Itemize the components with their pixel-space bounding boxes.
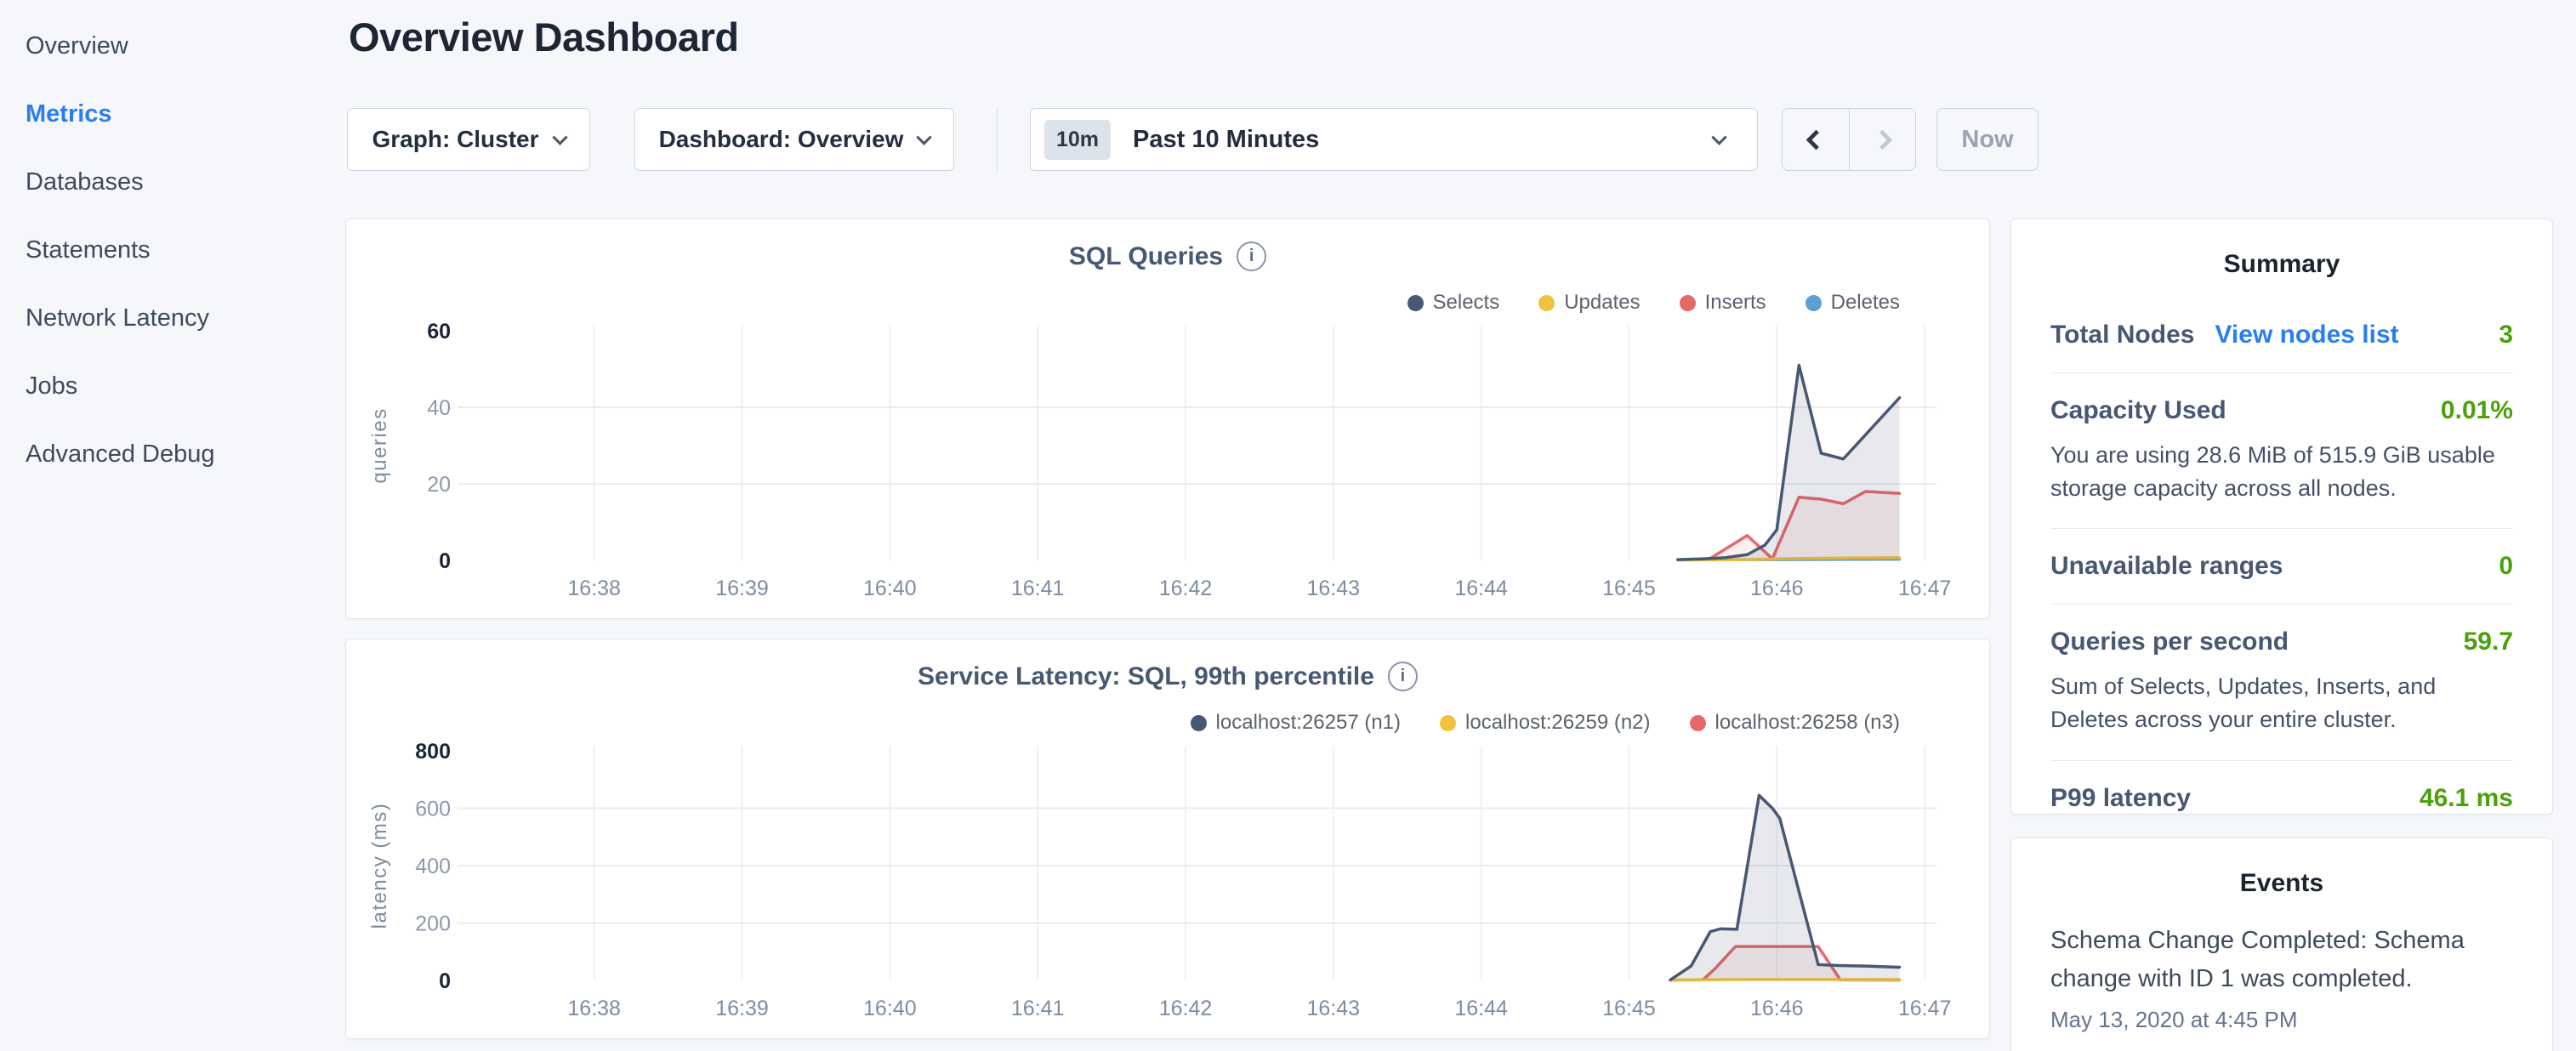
- event-list: Schema Change Completed: Schema change w…: [2050, 922, 2513, 1033]
- toolbar-divider: [997, 108, 998, 171]
- summary-row-value: 3: [2499, 321, 2513, 349]
- svg-text:16:38: 16:38: [567, 997, 621, 1020]
- svg-text:16:39: 16:39: [715, 577, 769, 600]
- sidebar-item-databases[interactable]: Databases: [0, 148, 325, 216]
- time-range-selector[interactable]: 10m Past 10 Minutes: [1030, 108, 1758, 171]
- svg-text:16:41: 16:41: [1011, 577, 1065, 600]
- time-nav-arrows: [1782, 108, 1916, 171]
- sidebar-item-jobs[interactable]: Jobs: [0, 352, 325, 420]
- page-title: Overview Dashboard: [349, 14, 739, 60]
- event-timestamp: May 13, 2020 at 4:45 PM: [2050, 1007, 2513, 1033]
- chevron-down-icon: [917, 129, 932, 145]
- chevron-down-icon: [1711, 129, 1726, 145]
- sidebar-item-overview[interactable]: Overview: [0, 12, 325, 80]
- info-icon[interactable]: i: [1237, 241, 1266, 271]
- summary-row-p99-latency: P99 latency 46.1 ms: [2050, 761, 2513, 836]
- svg-text:16:39: 16:39: [715, 997, 769, 1020]
- service-latency-chart[interactable]: 0 200 400 600 800 16:38 16:39 16:40 16:41 16:42 16…: [347, 729, 1988, 1022]
- svg-text:16:46: 16:46: [1750, 577, 1804, 600]
- summary-row-label: Queries per second: [2050, 628, 2289, 656]
- chart-title: Service Latency: SQL, 99th percentile: [918, 662, 1374, 691]
- svg-text:800: 800: [415, 740, 451, 764]
- svg-text:0: 0: [439, 969, 451, 993]
- svg-text:16:47: 16:47: [1898, 997, 1952, 1020]
- now-button[interactable]: Now: [1936, 108, 2039, 171]
- summary-row-value: 0: [2499, 552, 2513, 581]
- sql-queries-card: SQL Queries i SelectsUpdatesInsertsDelet…: [345, 219, 1990, 619]
- service-latency-card: Service Latency: SQL, 99th percentile i …: [345, 639, 1990, 1039]
- chevron-down-icon: [552, 129, 567, 145]
- summary-row-label: Total Nodes: [2050, 321, 2194, 349]
- svg-text:16:45: 16:45: [1602, 997, 1656, 1020]
- chevron-right-icon: [1872, 129, 1892, 150]
- svg-text:200: 200: [415, 912, 451, 936]
- svg-text:600: 600: [415, 798, 451, 821]
- sidebar-item-statements[interactable]: Statements: [0, 216, 325, 284]
- summary-row-value: 46.1 ms: [2420, 784, 2513, 813]
- svg-text:16:42: 16:42: [1159, 577, 1213, 600]
- svg-text:20: 20: [427, 473, 451, 497]
- summary-row-label: P99 latency: [2050, 784, 2191, 813]
- controls-toolbar: Graph: Cluster Dashboard: Overview 10m P…: [347, 108, 2039, 171]
- sidebar-item-metrics[interactable]: Metrics: [0, 80, 325, 148]
- svg-text:40: 40: [427, 396, 451, 420]
- summary-row-capacity-used: Capacity Used 0.01% You are using 28.6 MiB…: [2050, 373, 2513, 529]
- summary-row-label: Capacity Used: [2050, 396, 2226, 425]
- graph-selector-dropdown[interactable]: Graph: Cluster: [347, 108, 590, 171]
- svg-text:16:43: 16:43: [1307, 997, 1361, 1020]
- dashboard-selector-dropdown[interactable]: Dashboard: Overview: [634, 108, 954, 171]
- svg-text:0: 0: [439, 549, 451, 573]
- sidebar-item-advanced-debug[interactable]: Advanced Debug: [0, 420, 325, 488]
- svg-text:16:43: 16:43: [1307, 577, 1361, 600]
- svg-text:16:46: 16:46: [1750, 997, 1804, 1020]
- summary-rows: Total Nodes View nodes list 3 Capacity Used…: [2050, 298, 2513, 836]
- view-nodes-list-link[interactable]: View nodes list: [2215, 321, 2398, 349]
- svg-text:16:38: 16:38: [567, 577, 621, 600]
- next-time-button[interactable]: [1849, 109, 1915, 170]
- svg-text:16:44: 16:44: [1454, 577, 1508, 600]
- info-icon[interactable]: i: [1388, 662, 1418, 691]
- sidebar-item-network-latency[interactable]: Network Latency: [0, 284, 325, 352]
- summary-row-queries-per-second: Queries per second 59.7 Sum of Selects, Up…: [2050, 605, 2513, 760]
- event-message: Schema Change Completed: Schema change w…: [2050, 922, 2513, 998]
- svg-text:16:45: 16:45: [1602, 577, 1656, 600]
- svg-text:16:40: 16:40: [863, 997, 917, 1020]
- svg-text:16:42: 16:42: [1159, 997, 1213, 1020]
- svg-text:16:41: 16:41: [1011, 997, 1065, 1020]
- dashboard-selector-label: Dashboard: Overview: [659, 126, 904, 153]
- summary-row-label: Unavailable ranges: [2050, 552, 2283, 581]
- time-window-label: Past 10 Minutes: [1133, 126, 1319, 154]
- summary-row-value: 59.7: [2464, 628, 2513, 656]
- svg-text:16:40: 16:40: [863, 577, 917, 600]
- summary-title: Summary: [2050, 219, 2513, 279]
- svg-text:16:47: 16:47: [1898, 577, 1952, 600]
- sql-queries-chart[interactable]: 0 20 40 60 16:38 16:39 16:40 16:41 16:42 16:43 16:…: [347, 309, 1988, 602]
- sidebar: OverviewMetricsDatabasesStatementsNetwor…: [0, 0, 325, 488]
- summary-row-description: You are using 28.6 MiB of 515.9 GiB usab…: [2050, 439, 2513, 505]
- svg-text:latency (ms): latency (ms): [368, 803, 391, 929]
- chevron-left-icon: [1805, 129, 1826, 150]
- graph-selector-label: Graph: Cluster: [372, 126, 538, 153]
- summary-row-unavailable-ranges: Unavailable ranges 0: [2050, 529, 2513, 605]
- chart-title: SQL Queries: [1069, 242, 1223, 271]
- events-title: Events: [2050, 838, 2513, 898]
- summary-row-total-nodes: Total Nodes View nodes list 3: [2050, 298, 2513, 373]
- prev-time-button[interactable]: [1783, 109, 1849, 170]
- chart-head: Service Latency: SQL, 99th percentile i: [346, 662, 1989, 691]
- svg-text:16:44: 16:44: [1454, 997, 1508, 1020]
- sidebar-nav-list: OverviewMetricsDatabasesStatementsNetwor…: [0, 12, 325, 488]
- time-window-badge: 10m: [1044, 120, 1111, 160]
- summary-panel: Summary Total Nodes View nodes list 3 Capac…: [2010, 219, 2553, 815]
- event-item: Schema Change Completed: Schema change w…: [2050, 922, 2513, 1033]
- summary-row-description: Sum of Selects, Updates, Inserts, and De…: [2050, 670, 2513, 736]
- events-panel: Events Schema Change Completed: Schema c…: [2010, 838, 2553, 1051]
- chart-head: SQL Queries i: [346, 241, 1989, 271]
- svg-text:queries: queries: [368, 407, 391, 483]
- summary-row-value: 0.01%: [2441, 396, 2513, 425]
- svg-text:400: 400: [415, 855, 451, 878]
- svg-text:60: 60: [427, 320, 451, 344]
